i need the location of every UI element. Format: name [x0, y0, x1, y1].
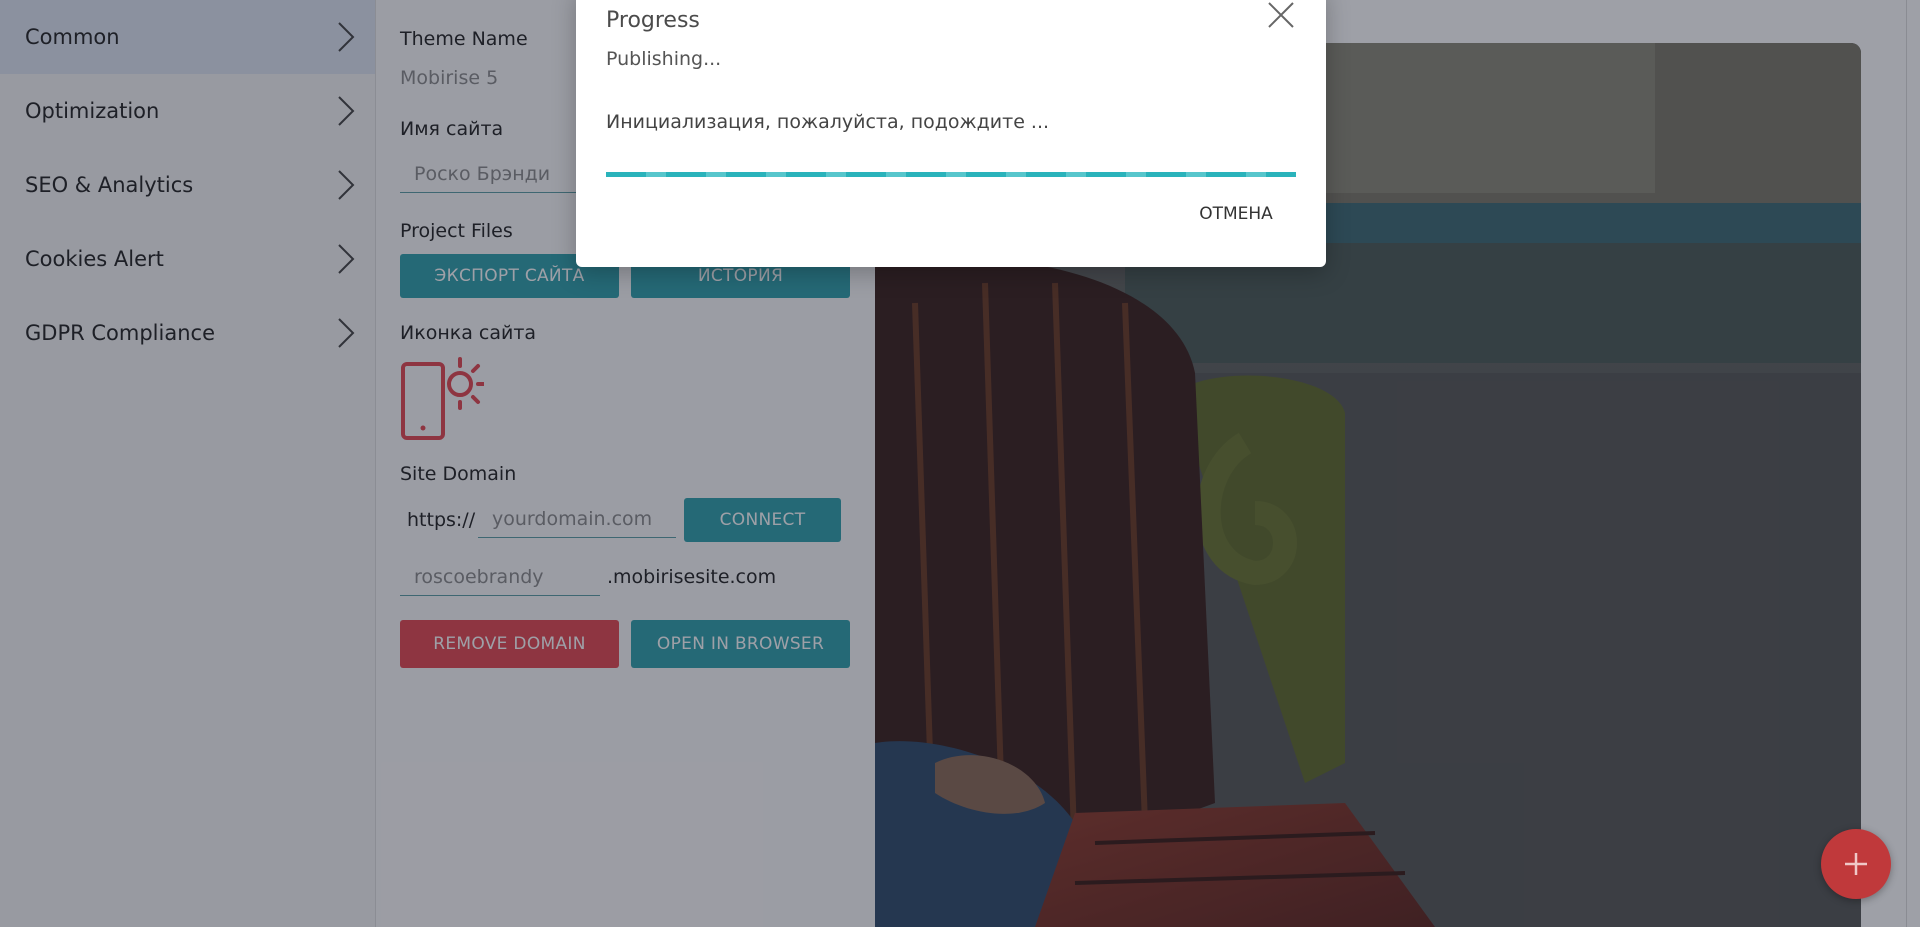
dialog-title: Progress [606, 8, 700, 33]
publish-status: Publishing... [606, 48, 722, 70]
cancel-button[interactable]: ОТМЕНА [1176, 196, 1296, 232]
plus-icon [1845, 853, 1867, 875]
add-block-button[interactable] [1821, 829, 1891, 899]
close-icon [1268, 2, 1294, 28]
progress-bar-fill [606, 172, 1296, 177]
progress-message: Инициализация, пожалуйста, подождите ... [606, 111, 1050, 133]
progress-bar [606, 172, 1296, 177]
close-button[interactable] [1266, 0, 1296, 30]
progress-dialog: Progress Publishing... Инициализация, по… [576, 0, 1326, 267]
